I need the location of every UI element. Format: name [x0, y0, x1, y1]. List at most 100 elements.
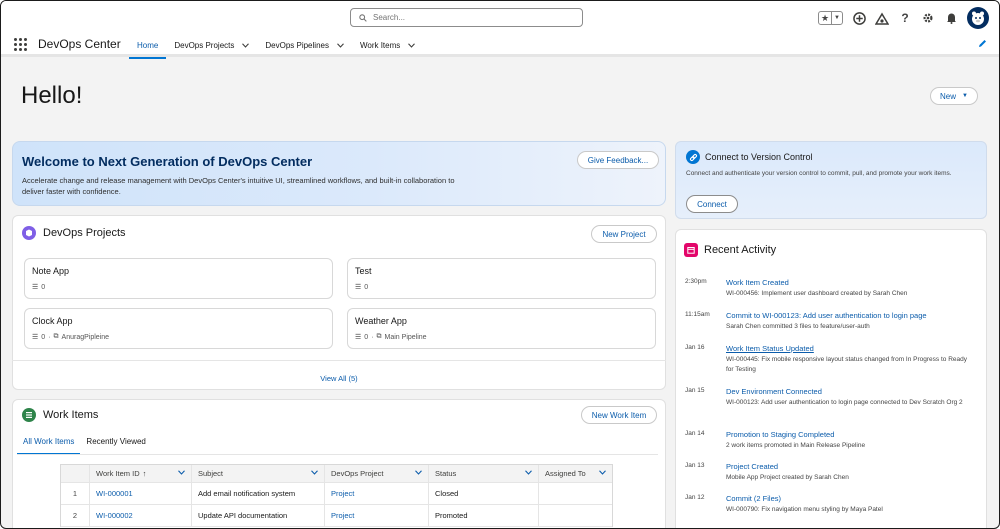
new-work-item-button[interactable]: New Work Item: [581, 406, 657, 424]
column-header-status[interactable]: Status: [429, 465, 539, 482]
table-row[interactable]: 1 WI-000001 Add email notification syste…: [61, 483, 612, 505]
activity-time: Jan 12: [685, 494, 705, 501]
chevron-down-icon[interactable]: [408, 43, 416, 48]
work-items-icon: [22, 408, 36, 422]
project-meta: ☰ 0 · ⧉ Main Pipeline: [355, 333, 427, 341]
activity-time: Jan 16: [685, 344, 705, 351]
activity-title-link[interactable]: Commit (2 Files): [726, 494, 781, 503]
new-project-button[interactable]: New Project: [591, 225, 657, 243]
project-tile[interactable]: Weather App ☰ 0 · ⧉ Main Pipeline: [347, 308, 656, 349]
star-icon: ★: [820, 12, 830, 23]
work-items-tabs: All Work Items Recently Viewed: [17, 433, 152, 455]
devops-projects-title: DevOps Projects: [43, 227, 126, 239]
project-tile[interactable]: Note App ☰ 0: [24, 258, 333, 299]
work-items-title: Work Items: [43, 409, 99, 421]
tab-all-work-items[interactable]: All Work Items: [17, 433, 81, 455]
activity-time: 11:15am: [685, 311, 710, 318]
column-header-subject[interactable]: Subject: [192, 465, 325, 482]
new-button[interactable]: New ▼: [930, 87, 978, 105]
work-item-id-link[interactable]: WI-000002: [90, 505, 192, 526]
setup-button[interactable]: [921, 11, 935, 25]
divider: [831, 12, 833, 24]
activity-time: 2:30pm: [685, 278, 707, 285]
project-pipeline: Main Pipeline: [384, 333, 427, 341]
project-tile[interactable]: Test ☰ 0: [347, 258, 656, 299]
activity-title-link[interactable]: Project Created: [726, 462, 778, 471]
chevron-down-icon[interactable]: [337, 43, 344, 48]
avatar-icon: [972, 11, 984, 25]
work-item-id-link[interactable]: WI-000001: [90, 483, 192, 504]
edit-nav-pencil-icon[interactable]: [978, 39, 987, 48]
pipeline-icon: ⧉: [53, 333, 59, 340]
chevron-down-icon[interactable]: [415, 470, 422, 475]
tab-home[interactable]: Home: [129, 34, 167, 59]
table-row[interactable]: 2 WI-000002 Update API documentation Pro…: [61, 505, 612, 527]
tab-devops-pipelines[interactable]: DevOps Pipelines: [257, 34, 352, 57]
app-launcher-icon[interactable]: [14, 38, 27, 51]
link-icon: [686, 150, 700, 164]
activity-title-link[interactable]: Promotion to Staging Completed: [726, 430, 834, 439]
user-avatar[interactable]: [967, 7, 989, 29]
view-all-projects-link[interactable]: View All (5): [12, 374, 666, 383]
work-item-status: Closed: [429, 483, 539, 504]
work-item-project-link[interactable]: Project: [325, 505, 429, 526]
activity-title-link[interactable]: Work Item Status Updated: [726, 344, 814, 353]
tab-label: Work Items: [359, 41, 401, 50]
project-count: 0: [364, 283, 369, 291]
activity-title-link[interactable]: Work Item Created: [726, 278, 789, 287]
column-header-work-item-id[interactable]: Work Item ID ↑: [90, 465, 192, 482]
chevron-down-icon[interactable]: [311, 470, 318, 475]
work-item-project-link[interactable]: Project: [325, 483, 429, 504]
chevron-down-icon[interactable]: [242, 43, 250, 48]
tab-work-items[interactable]: Work Items: [352, 34, 423, 57]
connect-label: Connect: [697, 199, 727, 209]
favorites-button[interactable]: ★ ▼: [817, 11, 843, 25]
tab-label: DevOps Projects: [174, 41, 235, 50]
table-header: Work Item ID ↑ Subject DevOps Project St…: [61, 465, 612, 483]
global-create-button[interactable]: [852, 11, 866, 25]
chevron-down-icon: ▼: [834, 15, 840, 21]
notifications-button[interactable]: [944, 11, 958, 25]
tab-devops-projects[interactable]: DevOps Projects: [166, 34, 257, 57]
question-icon: ?: [901, 11, 909, 25]
chevron-down-icon[interactable]: [599, 470, 606, 475]
activity-title-link[interactable]: Dev Environment Connected: [726, 387, 822, 396]
divider: [17, 454, 658, 455]
search-icon: [359, 13, 367, 22]
column-label: Work Item ID: [96, 469, 140, 478]
work-item-assigned-to: [539, 505, 612, 526]
project-tile[interactable]: Clock App ☰ 0 · ⧉ AnuragPipleine: [24, 308, 333, 349]
chevron-down-icon[interactable]: [525, 470, 532, 475]
column-header-devops-project[interactable]: DevOps Project: [325, 465, 429, 482]
devops-projects-card: [12, 215, 666, 390]
activity-description: 2 work items promoted in Main Release Pi…: [726, 442, 866, 449]
pipeline-icon: ⧉: [376, 333, 382, 340]
project-count: 0: [41, 333, 46, 341]
separator-dot: ·: [48, 333, 51, 341]
help-button[interactable]: ?: [898, 11, 912, 25]
app-window: Search... ★ ▼ ? DevOps Center Home DevOp…: [0, 0, 1000, 529]
column-label: Status: [435, 469, 457, 478]
search-input[interactable]: Search...: [350, 8, 583, 27]
global-header: Search... ★ ▼ ?: [1, 1, 999, 34]
welcome-banner: Welcome to Next Generation of DevOps Cen…: [12, 141, 666, 206]
bell-icon: [946, 13, 956, 24]
new-project-label: New Project: [602, 229, 646, 239]
work-item-assigned-to: [539, 483, 612, 504]
give-feedback-button[interactable]: Give Feedback...: [577, 151, 659, 169]
work-item-subject: Update API documentation: [192, 505, 325, 526]
trailhead-button[interactable]: [875, 11, 889, 25]
work-items-list-icon: ☰: [355, 334, 362, 341]
chevron-down-icon[interactable]: [178, 470, 185, 475]
project-meta: ☰ 0: [355, 283, 369, 292]
tab-recently-viewed[interactable]: Recently Viewed: [80, 433, 151, 453]
tab-label: DevOps Pipelines: [265, 41, 329, 50]
connect-button[interactable]: Connect: [686, 195, 738, 213]
column-header-assigned-to[interactable]: Assigned To: [539, 465, 612, 482]
version-control-text: Connect and authenticate your version co…: [686, 170, 952, 177]
work-items-list-icon: ☰: [355, 284, 362, 291]
row-number: 1: [61, 483, 90, 504]
activity-title-link[interactable]: Commit to WI-000123: Add user authentica…: [726, 311, 927, 320]
welcome-text: Accelerate change and release management…: [22, 176, 455, 196]
projects-icon: [22, 226, 36, 240]
